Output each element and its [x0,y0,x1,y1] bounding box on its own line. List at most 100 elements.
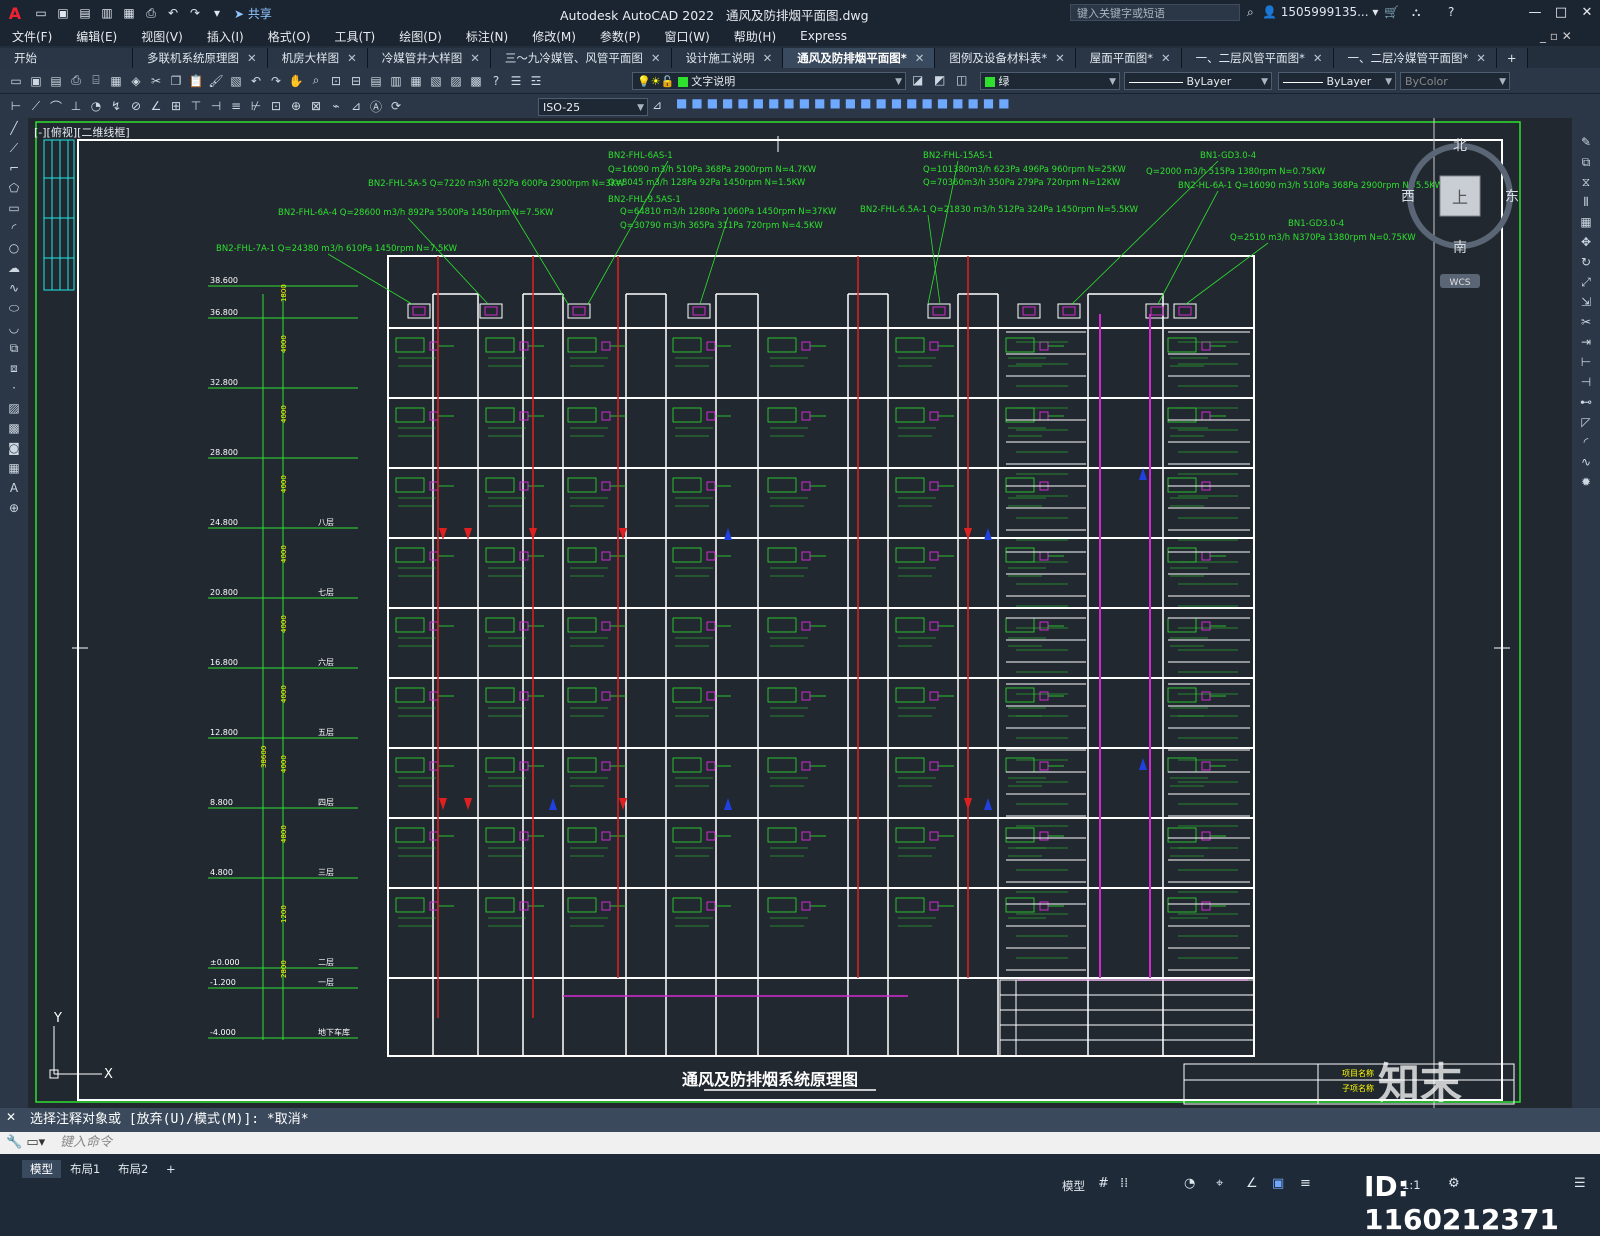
tab-file[interactable]: 一、二层风管平面图* ✕ [1181,48,1334,68]
layout-tab-2[interactable]: 布局2 [110,1160,156,1178]
user-account[interactable]: 👤 1505999135... ▾ [1262,5,1378,19]
close-tab-icon[interactable]: ✕ [915,48,925,68]
isodraft-icon[interactable]: ∠ [1246,1176,1258,1191]
array-icon[interactable]: ▦ [1572,212,1600,232]
cut-icon[interactable]: ✂ [147,72,165,90]
layer-delete-icon[interactable]: ■ [875,96,886,110]
stretch-icon[interactable]: ⇲ [1572,292,1600,312]
selection-cycling-icon[interactable]: ▣ [1272,1176,1284,1191]
layer-previous-icon[interactable]: ◩ [934,73,945,87]
drawing-canvas[interactable]: 38.600 36.800 32.800 28.800 24.800 20.800 16.8… [28,118,1572,1108]
add-selected-icon[interactable]: ⊕ [0,498,28,518]
close-tab-icon[interactable]: ✕ [247,48,257,68]
fillet-icon[interactable]: ◜ [1572,432,1600,452]
ellipse-arc-icon[interactable]: ◡ [0,318,28,338]
menu-window[interactable]: 窗口(W) [653,28,722,45]
make-current-layer-icon[interactable]: ◪ [912,73,923,87]
customize-quick-access-icon[interactable]: ▾ [208,4,226,22]
open-file-icon[interactable]: ▣ [54,4,72,22]
3d-dwf-icon[interactable]: ◈ [127,72,145,90]
autocad-logo-icon[interactable]: A [0,0,30,26]
dim-style-icon[interactable]: ⊿ [652,98,662,112]
preview-icon[interactable]: ⌸ [87,72,105,90]
compass-south[interactable]: 南 [1453,240,1467,256]
layer-properties-icon[interactable]: ☰ [507,72,525,90]
scale-icon[interactable]: ⤢ [1572,272,1600,292]
compass-north[interactable]: 北 [1453,138,1467,154]
add-layout-icon[interactable]: + [158,1160,184,1178]
trim-icon[interactable]: ✂ [1572,312,1600,332]
close-tab-icon[interactable]: ✕ [347,48,357,68]
layer-freeze-icon[interactable]: ■ [906,96,917,110]
construction-line-icon[interactable]: ⟋ [0,138,28,158]
polar-tracking-icon[interactable]: ◔ [1184,1176,1195,1191]
dim-space-icon[interactable]: ≡ [227,97,245,115]
dim-arc-icon[interactable]: ⌒ [47,97,65,115]
break-at-point-icon[interactable]: ⊢ [1572,352,1600,372]
block-editor-icon[interactable]: ▧ [227,72,245,90]
layer-unlock-icon[interactable]: ■ [952,96,963,110]
offset-icon[interactable]: ⫴ [1572,192,1600,212]
zoom-realtime-icon[interactable]: ⌕ [307,72,325,90]
blend-icon[interactable]: ∿ [1572,452,1600,472]
osnap-icon[interactable]: ⌖ [1216,1176,1223,1191]
save-icon[interactable]: ▤ [76,4,94,22]
grid-toggle-icon[interactable]: # [1098,1176,1109,1191]
sheet-set-icon[interactable]: ▧ [427,72,445,90]
redo-icon[interactable]: ↷ [186,4,204,22]
tab-start[interactable]: 开始 [0,48,133,68]
help-icon[interactable]: ? [1448,5,1454,19]
menu-dimension[interactable]: 标注(N) [454,28,520,45]
lineweight-dropdown[interactable]: ByLayer ▼ [1278,72,1396,90]
tab-file[interactable]: 屋面平面图* ✕ [1075,48,1182,68]
insert-block-icon[interactable]: ⧉ [0,338,28,358]
layout-tab-model[interactable]: 模型 [22,1160,61,1178]
linetype-dropdown[interactable]: ByLayer ▼ [1124,72,1272,90]
copy-object-icon[interactable]: ⧉ [1572,152,1600,172]
properties-icon[interactable]: ▤ [367,72,385,90]
menu-express[interactable]: Express [788,29,859,43]
menu-modify[interactable]: 修改(M) [520,28,588,45]
markup-icon[interactable]: ▨ [447,72,465,90]
tab-file[interactable]: 设计施工说明 ✕ [671,48,784,68]
dim-baseline-icon[interactable]: ⊤ [187,97,205,115]
make-block-icon[interactable]: ⧈ [0,358,28,378]
send-under-icon[interactable]: ■ [722,96,733,110]
move-icon[interactable]: ✥ [1572,232,1600,252]
plot-icon[interactable]: ⎙ [142,4,160,22]
command-close-icon[interactable]: ✕ [6,1110,16,1124]
rectangle-icon[interactable]: ▭ [0,198,28,218]
plotstyle-dropdown[interactable]: ByColor ▼ [1400,72,1510,90]
dim-angular-icon[interactable]: ∠ [147,97,165,115]
explode-icon[interactable]: ✹ [1572,472,1600,492]
tool-palettes-icon[interactable]: ▦ [407,72,425,90]
mirror-icon[interactable]: ⧖ [1572,172,1600,192]
tab-file[interactable]: 多联机系统原理图 ✕ [133,48,268,68]
layout-tab-1[interactable]: 布局1 [62,1160,108,1178]
layer-merge-icon[interactable]: ■ [860,96,871,110]
extend-icon[interactable]: ⇥ [1572,332,1600,352]
dim-continue-icon[interactable]: ⊣ [207,97,225,115]
group-icon[interactable]: ■ [768,96,779,110]
layer-walk-icon[interactable]: ■ [845,96,856,110]
layer-off-icon[interactable]: ■ [922,96,933,110]
undo-icon[interactable]: ↶ [164,4,182,22]
dim-linear-icon[interactable]: ⊢ [7,97,25,115]
tab-file[interactable]: 一、二层冷媒管平面图* ✕ [1333,48,1497,68]
plot-icon[interactable]: ⎙ [67,72,85,90]
menu-tools[interactable]: 工具(T) [323,28,388,45]
spline-icon[interactable]: ∿ [0,278,28,298]
copy-icon[interactable]: ❐ [167,72,185,90]
search-input[interactable]: 键入关键字或短语 [1070,4,1240,21]
cart-icon[interactable]: 🛒 [1384,5,1399,19]
color-dropdown[interactable]: 绿 ▼ [980,72,1120,90]
dim-diameter-icon[interactable]: ⊘ [127,97,145,115]
layer-thaw-icon[interactable]: ■ [983,96,994,110]
copy-nested-icon[interactable]: ■ [891,96,902,110]
ungroup-icon[interactable]: ■ [783,96,794,110]
pan-icon[interactable]: ✋ [287,72,305,90]
mtext-icon[interactable]: A [0,478,28,498]
dim-text-edit-icon[interactable]: Ⓐ [367,97,385,115]
doc-minimize-button[interactable]: _ ▫ ✕ [1540,29,1572,43]
menu-draw[interactable]: 绘图(D) [387,28,454,45]
